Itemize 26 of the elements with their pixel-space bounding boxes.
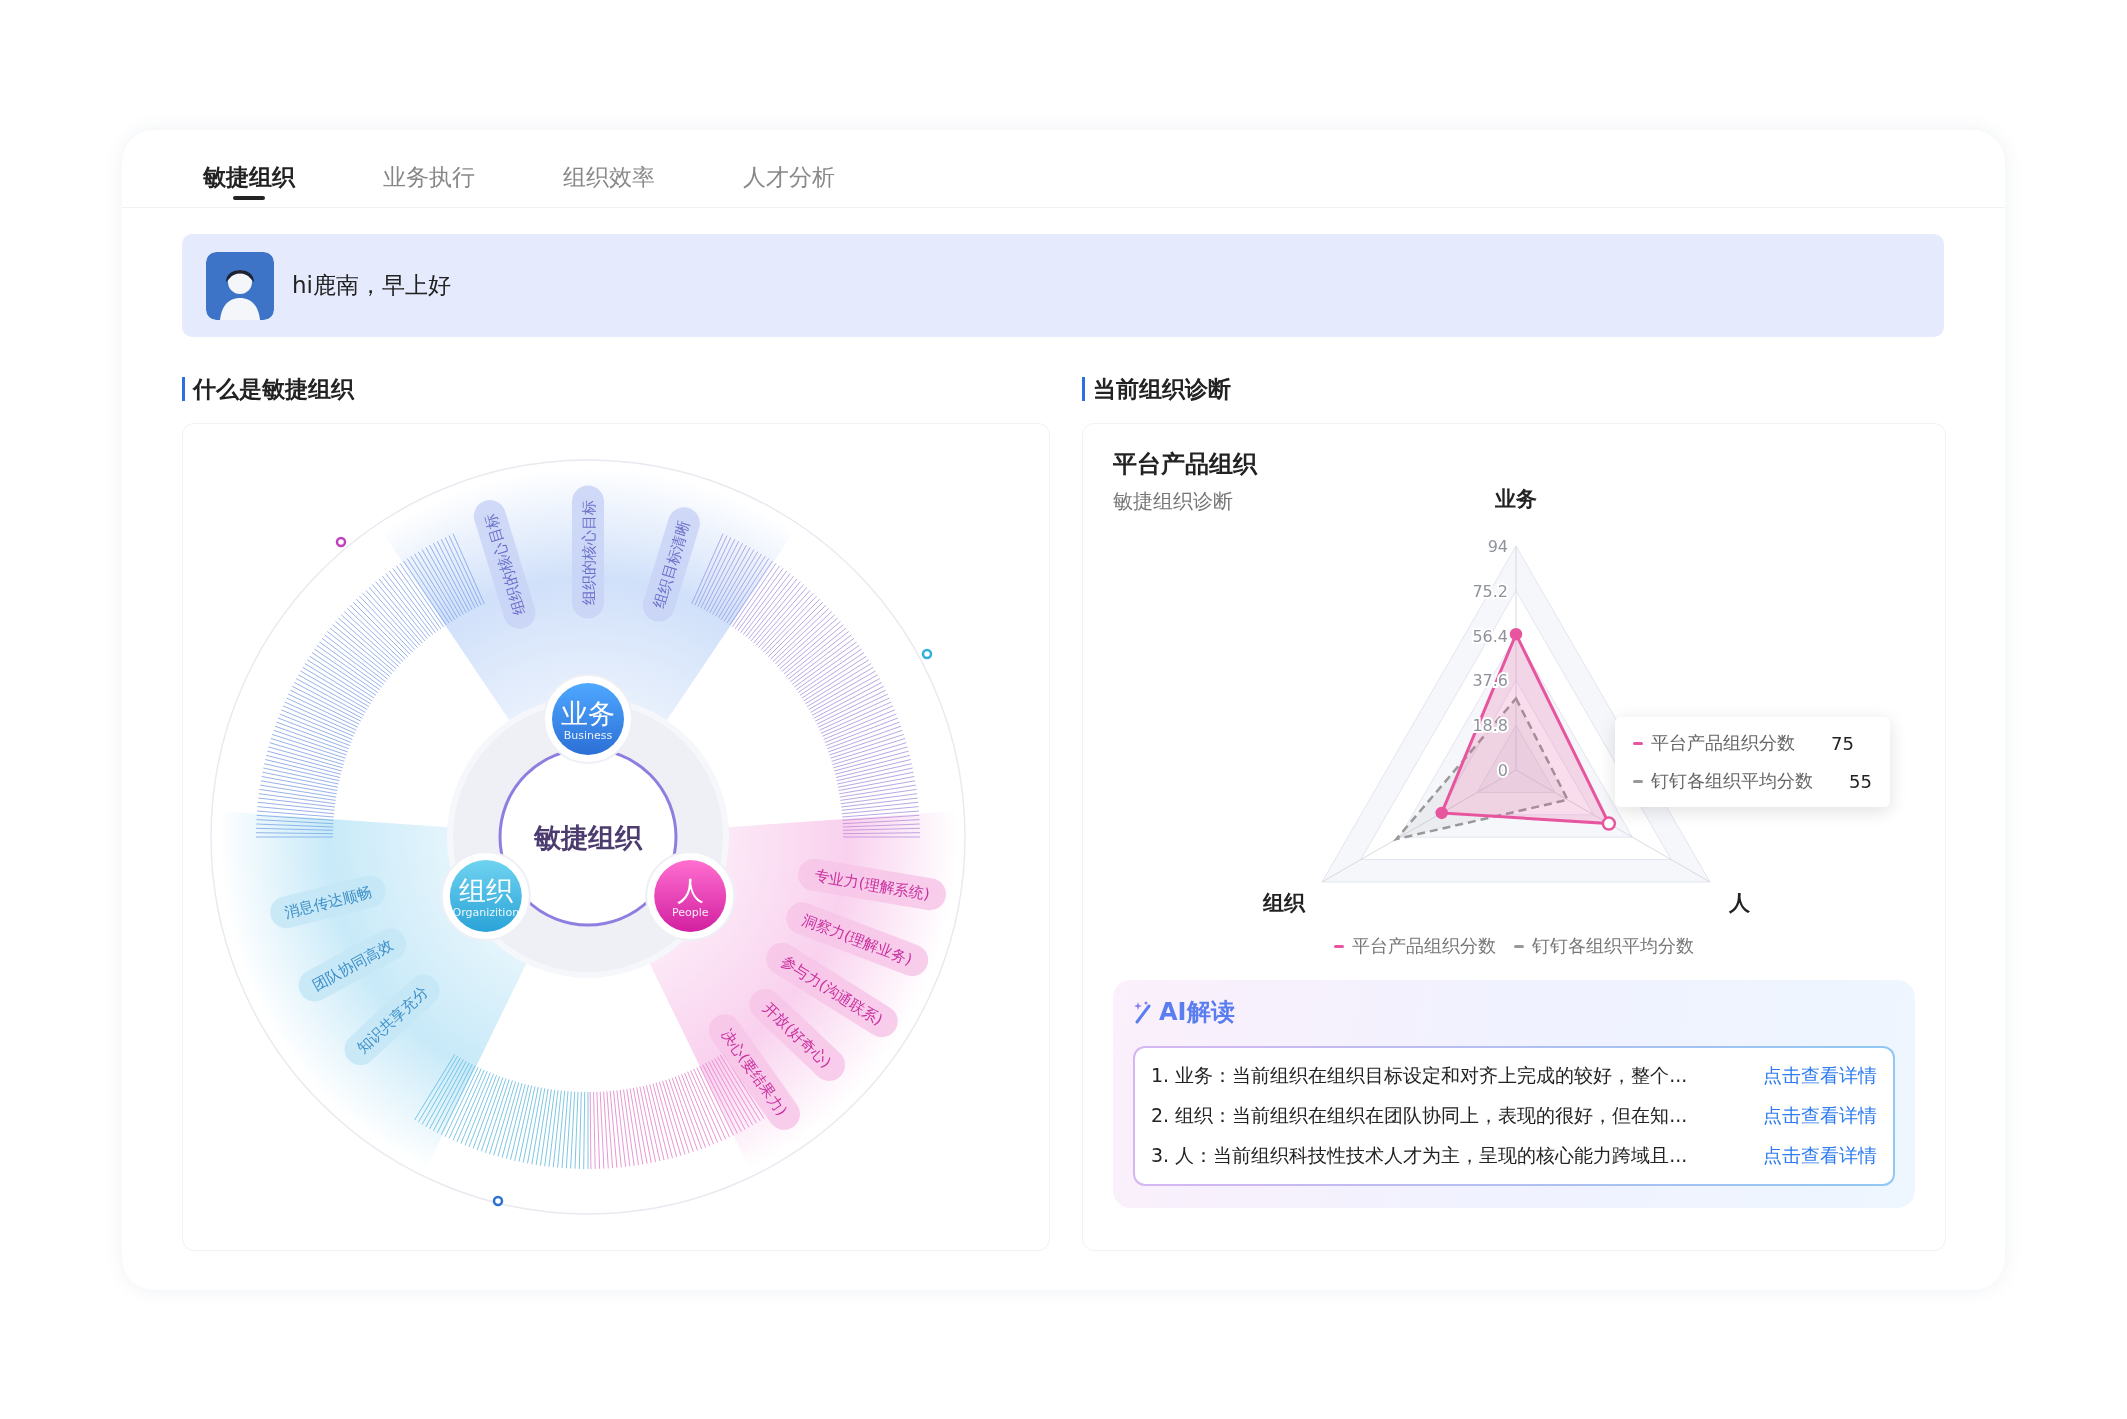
ai-title: AI解读 <box>1159 997 1235 1028</box>
tick-label: 0 <box>1497 761 1508 780</box>
tick-label: 94 <box>1487 537 1508 556</box>
tick-label: 56.4 <box>1472 626 1508 646</box>
keyword-tag: 组织的核心目标 <box>572 485 604 619</box>
section-title: 什么是敏捷组织 <box>182 377 354 401</box>
pillar-node: 业务 Business <box>543 674 633 764</box>
axis-label: 组织 <box>1263 891 1305 915</box>
card-title: 平台产品组织 <box>1113 449 1257 480</box>
summary-text: 2. 组织：当前组织在组织在团队协同上，表现的很好，但在知... <box>1151 1103 1688 1128</box>
tooltip-label: 平台产品组织分数 <box>1651 731 1795 755</box>
tooltip-label: 钉钉各组织平均分数 <box>1651 769 1813 793</box>
card-subtitle: 敏捷组织诊断 <box>1113 488 1233 515</box>
tooltip-value: 55 <box>1849 770 1872 792</box>
pillar-node: 组织 Organizition <box>440 851 531 941</box>
keyword-tag: 专业力(理解系统) <box>795 856 949 913</box>
summary-text: 3. 人：当前组织科技性技术人才为主，呈现的核心能力跨域且... <box>1151 1143 1688 1168</box>
axis-label: 业务 <box>1495 487 1537 511</box>
tick-label: 75.2 <box>1472 581 1508 601</box>
center-label: 敏捷组织 <box>534 822 642 853</box>
tooltip-value: 75 <box>1831 732 1854 754</box>
greeting-text: hi鹿南，早上好 <box>292 271 451 300</box>
axis-label: 人 <box>1729 891 1751 915</box>
summary-text: 1. 业务：当前组织在组织目标设定和对齐上完成的较好，整个... <box>1151 1063 1688 1088</box>
section-title: 当前组织诊断 <box>1082 377 1231 401</box>
pillar-node: 人 People <box>645 851 736 941</box>
